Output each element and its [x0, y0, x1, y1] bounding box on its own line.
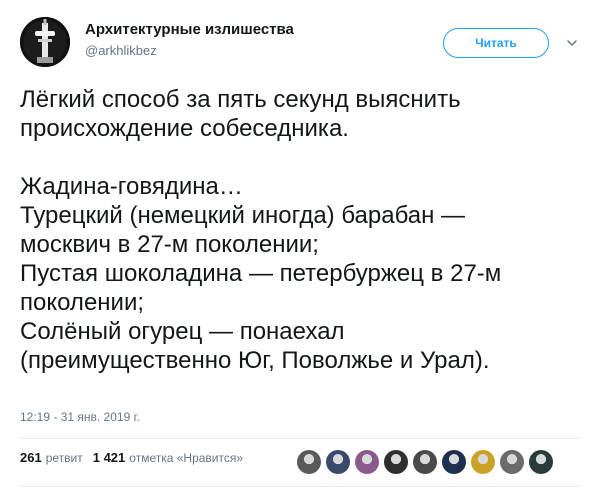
tweet-line: Пустая шоколадина — петербуржец в 27-м	[20, 260, 502, 287]
tower-avatar-icon	[20, 17, 70, 67]
liker-avatar-7[interactable]	[471, 450, 495, 474]
author-handle[interactable]: @arkhlikbez	[85, 43, 157, 58]
liker-avatar-8[interactable]	[500, 450, 524, 474]
liker-avatar-2[interactable]	[326, 450, 350, 474]
tweet-timestamp[interactable]: 12:19 - 31 янв. 2019 г.	[20, 410, 140, 424]
author-display-name[interactable]: Архитектурные излишества	[85, 21, 294, 38]
tweet-line: Турецкий (немецкий иногда) барабан —	[20, 202, 466, 229]
tweet-line: (преимущественно Юг, Поволжье и Урал).	[20, 347, 490, 374]
liker-avatar-9[interactable]	[529, 450, 553, 474]
liker-avatar-6[interactable]	[442, 450, 466, 474]
liker-avatar-5[interactable]	[413, 450, 437, 474]
tweet-line: поколении;	[20, 289, 145, 316]
author-avatar[interactable]	[20, 17, 70, 67]
chevron-down-icon[interactable]	[565, 36, 579, 50]
divider-top	[20, 438, 580, 439]
tweet-line: Жадина-говядина…	[20, 173, 243, 200]
retweets-count[interactable]: 261	[20, 450, 42, 465]
likes-label[interactable]: отметка «Нравится»	[129, 451, 243, 465]
likes-count[interactable]: 1 421	[93, 450, 126, 465]
tweet-line: происхождение собеседника.	[20, 115, 349, 142]
tweet-stats: 261 ретвит 1 421 отметка «Нравится»	[20, 450, 243, 465]
retweets-label[interactable]: ретвит	[46, 451, 83, 465]
liker-avatar-1[interactable]	[297, 450, 321, 474]
tweet-line: москвич в 27-м поколении;	[20, 231, 319, 258]
liker-avatar-3[interactable]	[355, 450, 379, 474]
tweet-text: Лёгкий способ за пять секунд выяснить пр…	[20, 85, 585, 375]
follow-button[interactable]: Читать	[443, 28, 549, 58]
tweet-line: Лёгкий способ за пять секунд выяснить	[20, 86, 461, 113]
liker-avatar-4[interactable]	[384, 450, 408, 474]
liker-avatars	[297, 450, 558, 474]
tweet-line: Солёный огурец — понаехал	[20, 318, 345, 345]
divider-bottom	[20, 486, 580, 487]
